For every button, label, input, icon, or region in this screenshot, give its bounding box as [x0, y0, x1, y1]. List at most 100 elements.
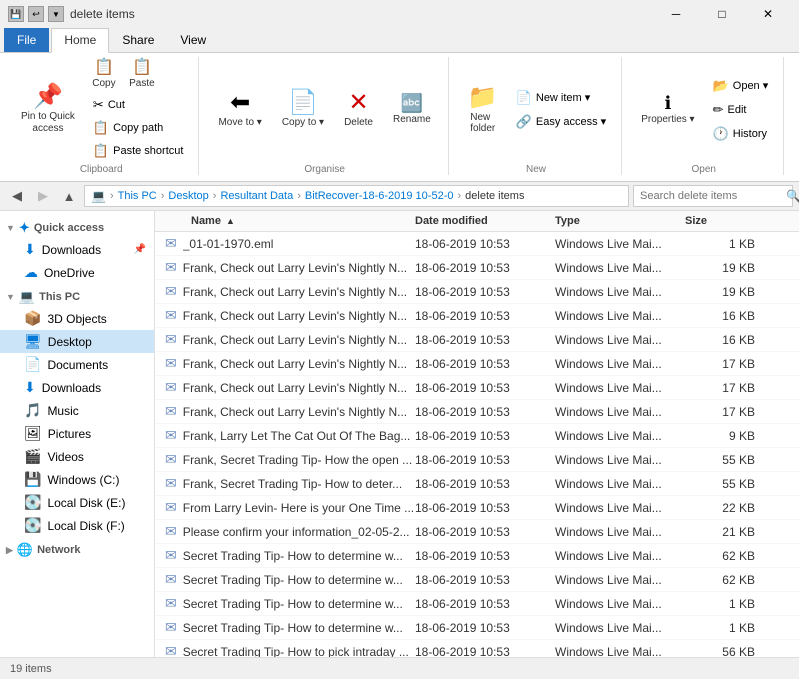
sidebar-item-videos-label: Videos: [47, 450, 83, 464]
file-type-cell: Windows Live Mai...: [555, 621, 685, 635]
file-name-text: Frank, Secret Trading Tip- How to deter.…: [183, 477, 402, 491]
table-row[interactable]: ✉ Frank, Check out Larry Levin's Nightly…: [155, 376, 799, 400]
delete-icon: ✕: [348, 91, 368, 115]
table-row[interactable]: ✉ Frank, Check out Larry Levin's Nightly…: [155, 304, 799, 328]
table-row[interactable]: ✉ Secret Trading Tip- How to determine w…: [155, 592, 799, 616]
new-item-icon: 📄: [516, 90, 532, 106]
table-row[interactable]: ✉ Secret Trading Tip- How to determine w…: [155, 616, 799, 640]
expand-quick-access-icon: ▼: [6, 223, 15, 233]
sidebar-item-videos[interactable]: 🎬 Videos: [0, 445, 154, 468]
tab-share[interactable]: Share: [109, 28, 167, 52]
table-row[interactable]: ✉ Frank, Check out Larry Levin's Nightly…: [155, 256, 799, 280]
invert-selection-button[interactable]: ⇄ Invert se...: [794, 103, 799, 125]
maximize-button[interactable]: □: [699, 0, 745, 28]
col-type-header[interactable]: Type: [555, 215, 685, 227]
sidebar-item-music-label: Music: [47, 404, 78, 418]
path-resultant-data[interactable]: Resultant Data: [220, 190, 293, 202]
save-icon[interactable]: 💾: [8, 6, 24, 22]
col-date-header[interactable]: Date modified: [415, 215, 555, 227]
table-row[interactable]: ✉ Frank, Secret Trading Tip- How to dete…: [155, 472, 799, 496]
table-row[interactable]: ✉ Please confirm your information_02-05-…: [155, 520, 799, 544]
up-button[interactable]: ▲: [58, 185, 80, 207]
sidebar-item-local-disk-f[interactable]: 💽 Local Disk (F:): [0, 514, 154, 537]
sidebar-item-3d-objects[interactable]: 📦 3D Objects: [0, 307, 154, 330]
copy-to-button[interactable]: 📄 Copy to ▾: [273, 86, 333, 133]
downloads-quick-icon: ⬇: [24, 241, 36, 258]
search-box[interactable]: 🔍: [633, 185, 793, 207]
sidebar-item-documents[interactable]: 📄 Documents: [0, 353, 154, 376]
col-name-header[interactable]: Name ▲: [155, 215, 415, 227]
rename-button[interactable]: 🔤 Rename: [384, 89, 440, 130]
table-row[interactable]: ✉ Frank, Check out Larry Levin's Nightly…: [155, 400, 799, 424]
tab-home[interactable]: Home: [51, 28, 109, 53]
local-disk-f-icon: 💽: [24, 517, 41, 534]
network-header[interactable]: ▶ 🌐 Network: [0, 537, 154, 560]
path-desktop[interactable]: Desktop: [168, 190, 208, 202]
pin-quick-access-button[interactable]: 📌 Pin to Quickaccess: [12, 80, 84, 140]
new-folder-button[interactable]: 📁 Newfolder: [459, 81, 507, 139]
move-to-button[interactable]: ⬅ Move to ▾: [209, 86, 270, 133]
sidebar-item-music[interactable]: 🎵 Music: [0, 399, 154, 422]
file-size-cell: 16 KB: [685, 333, 765, 347]
tab-view[interactable]: View: [167, 28, 219, 52]
search-input[interactable]: [640, 190, 782, 202]
forward-button[interactable]: ▶: [32, 185, 54, 207]
tab-file[interactable]: File: [4, 28, 49, 52]
cut-button[interactable]: ✂ Cut: [86, 94, 191, 116]
organise-buttons: ⬅ Move to ▾ 📄 Copy to ▾ ✕ Delete 🔤 Renam…: [209, 57, 439, 162]
new-item-button[interactable]: 📄 New item ▾: [509, 87, 614, 109]
sidebar-item-downloads[interactable]: ⬇ Downloads: [0, 376, 154, 399]
window-title: delete items: [70, 7, 135, 21]
file-type-icon: ✉: [165, 307, 177, 324]
close-button[interactable]: ✕: [745, 0, 791, 28]
file-size-cell: 55 KB: [685, 477, 765, 491]
file-name-text: _01-01-1970.eml: [183, 237, 274, 251]
path-this-pc[interactable]: This PC: [118, 190, 157, 202]
minimize-button[interactable]: ─: [653, 0, 699, 28]
copy-path-button[interactable]: 📋 Copy path: [86, 117, 191, 139]
table-row[interactable]: ✉ Frank, Secret Trading Tip- How the ope…: [155, 448, 799, 472]
easy-access-button[interactable]: 🔗 Easy access ▾: [509, 111, 614, 133]
paste-button[interactable]: 📋 Paste: [124, 57, 160, 92]
table-row[interactable]: ✉ Frank, Larry Let The Cat Out Of The Ba…: [155, 424, 799, 448]
quick-access-header[interactable]: ▼ ✦ Quick access: [0, 215, 154, 238]
new-group-label: New: [526, 164, 546, 175]
edit-button[interactable]: ✏ Edit: [706, 99, 776, 121]
table-row[interactable]: ✉ Frank, Check out Larry Levin's Nightly…: [155, 328, 799, 352]
quick-access-toolbar: 💾 ↩ ▼: [8, 6, 64, 22]
file-date-cell: 18-06-2019 10:53: [415, 597, 555, 611]
table-row[interactable]: ✉ Secret Trading Tip- How to determine w…: [155, 568, 799, 592]
properties-button[interactable]: ℹ Properties ▾: [632, 89, 703, 130]
sidebar-item-local-disk-e[interactable]: 💽 Local Disk (E:): [0, 491, 154, 514]
sidebar-item-onedrive[interactable]: ☁ OneDrive: [0, 261, 154, 284]
delete-button[interactable]: ✕ Delete: [335, 86, 382, 133]
select-all-button[interactable]: ☑ Select all: [794, 57, 799, 79]
copy-button[interactable]: 📋 Copy: [86, 57, 122, 92]
table-row[interactable]: ✉ _01-01-1970.eml 18-06-2019 10:53 Windo…: [155, 232, 799, 256]
dropdown-arrow[interactable]: ▼: [48, 6, 64, 22]
paste-shortcut-button[interactable]: 📋 Paste shortcut: [86, 140, 191, 162]
select-none-button[interactable]: ☐ Select no...: [794, 80, 799, 102]
path-bitrecover[interactable]: BitRecover-18-6-2019 10-52-0: [305, 190, 454, 202]
open-button[interactable]: 📂 Open ▾: [706, 75, 776, 97]
sidebar-item-desktop[interactable]: 🖥 Desktop: [0, 330, 154, 353]
col-size-header[interactable]: Size: [685, 215, 765, 227]
table-row[interactable]: ✉ Secret Trading Tip- How to determine w…: [155, 544, 799, 568]
file-name-cell: ✉ Frank, Check out Larry Levin's Nightly…: [155, 331, 415, 348]
sidebar-item-downloads-quick[interactable]: ⬇ Downloads 📌: [0, 238, 154, 261]
table-row[interactable]: ✉ Secret Trading Tip- How to pick intrad…: [155, 640, 799, 657]
this-pc-header[interactable]: ▼ 💻 This PC: [0, 284, 154, 307]
table-row[interactable]: ✉ Frank, Check out Larry Levin's Nightly…: [155, 352, 799, 376]
sidebar-item-windows-c[interactable]: 💾 Windows (C:): [0, 468, 154, 491]
select-group: ☑ Select all ☐ Select no... ⇄ Invert se.…: [786, 57, 799, 175]
history-button[interactable]: 🕐 History: [706, 123, 776, 145]
file-date-cell: 18-06-2019 10:53: [415, 573, 555, 587]
table-row[interactable]: ✉ From Larry Levin- Here is your One Tim…: [155, 496, 799, 520]
address-bar[interactable]: 💻 › This PC › Desktop › Resultant Data ›…: [84, 185, 629, 207]
undo-icon[interactable]: ↩: [28, 6, 44, 22]
file-name-cell: ✉ Frank, Check out Larry Levin's Nightly…: [155, 259, 415, 276]
table-row[interactable]: ✉ Frank, Check out Larry Levin's Nightly…: [155, 280, 799, 304]
sidebar-item-pictures[interactable]: 🖼 Pictures: [0, 422, 154, 445]
back-button[interactable]: ◀: [6, 185, 28, 207]
sidebar-item-downloads-quick-label: Downloads: [42, 243, 101, 257]
